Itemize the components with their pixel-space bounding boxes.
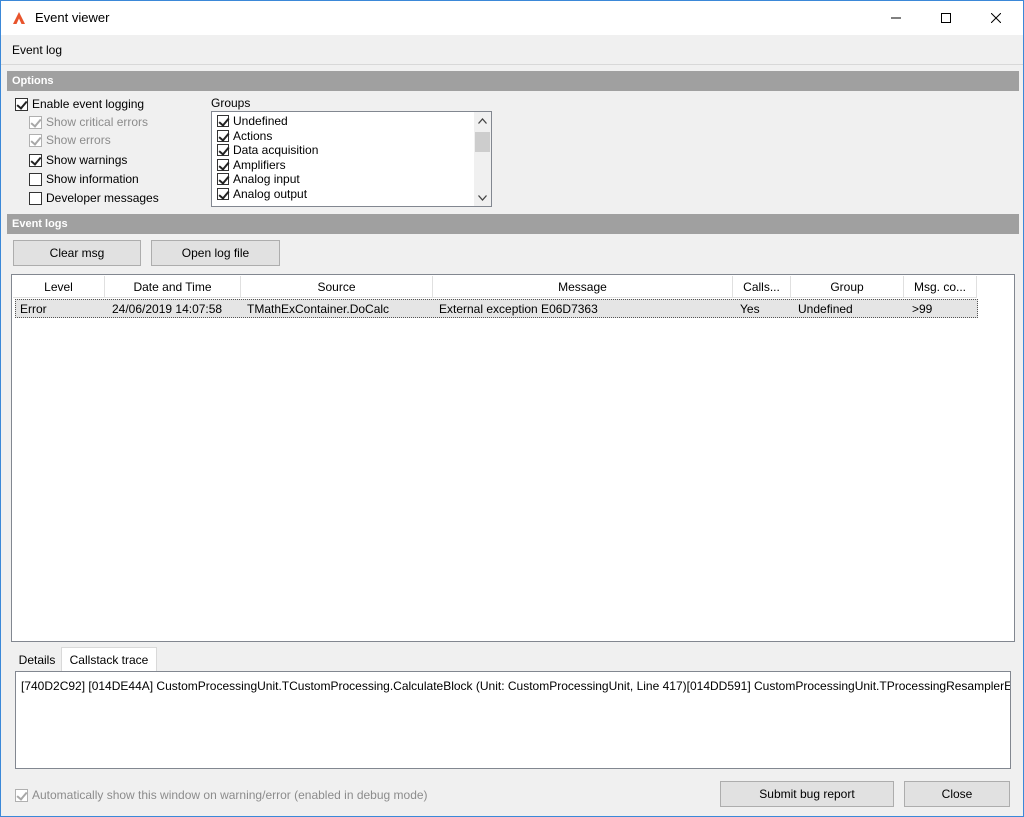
checkbox-box[interactable]	[217, 187, 229, 200]
open-log-file-button[interactable]: Open log file	[151, 240, 280, 266]
event-log-table[interactable]: Level Date and Time Source Message Calls…	[11, 274, 1015, 642]
show-information-checkbox[interactable]: Show information	[29, 170, 139, 188]
group-item-actions[interactable]: Actions	[217, 129, 272, 144]
minimize-button[interactable]	[873, 1, 919, 35]
window-title: Event viewer	[35, 10, 110, 25]
tab-callstack-trace[interactable]: Callstack trace	[61, 647, 157, 672]
checkbox-box[interactable]	[217, 144, 229, 157]
checkbox-box	[15, 788, 28, 802]
checkbox-label: Show critical errors	[46, 115, 149, 129]
title-bar[interactable]: Event viewer	[1, 1, 1023, 35]
group-item-amplifiers[interactable]: Amplifiers	[217, 158, 286, 173]
close-window-button[interactable]	[973, 1, 1019, 35]
callstack-trace-panel[interactable]: [740D2C92] [014DE44A] CustomProcessingUn…	[15, 671, 1011, 769]
group-label: Amplifiers	[233, 157, 286, 172]
group-label: Analog output	[233, 186, 308, 201]
show-warnings-checkbox[interactable]: Show warnings	[29, 151, 127, 169]
table-row[interactable]: Error 24/06/2019 14:07:58 TMathExContain…	[15, 299, 978, 318]
checkbox-label: Show information	[46, 172, 139, 186]
checkbox-box[interactable]	[15, 97, 28, 111]
checkbox-label: Automatically show this window on warnin…	[32, 788, 428, 802]
cell-message: External exception E06D7363	[439, 302, 598, 316]
scroll-down-arrow-icon[interactable]	[474, 189, 491, 206]
checkbox-label: Show errors	[46, 133, 111, 147]
group-label: Data acquisition	[233, 143, 319, 158]
groups-checklist[interactable]: Undefined Actions Data acquisition Ampli…	[211, 111, 492, 207]
menu-event-log[interactable]: Event log	[12, 43, 62, 57]
callstack-trace-text: [740D2C92] [014DE44A] CustomProcessingUn…	[21, 679, 1011, 693]
checkbox-box[interactable]	[217, 129, 229, 142]
scroll-thumb[interactable]	[475, 132, 490, 152]
tab-details[interactable]: Details	[13, 649, 61, 671]
group-label: Analog input	[233, 172, 300, 187]
group-item-analog-output[interactable]: Analog output	[217, 187, 307, 202]
groups-scrollbar[interactable]	[474, 112, 491, 206]
group-item-undefined[interactable]: Undefined	[217, 114, 288, 129]
checkbox-label: Enable event logging	[32, 97, 145, 111]
column-header-level[interactable]: Level	[13, 276, 105, 298]
cell-datetime: 24/06/2019 14:07:58	[112, 302, 223, 316]
column-header-message[interactable]: Message	[433, 276, 733, 298]
options-header: Options	[7, 71, 1019, 91]
show-errors-checkbox: Show errors	[29, 131, 111, 149]
checkbox-label: Developer messages	[46, 191, 159, 205]
submit-bug-report-button[interactable]: Submit bug report	[720, 781, 894, 807]
column-header-calls[interactable]: Calls...	[733, 276, 791, 298]
cell-msg-count: >99	[912, 302, 933, 316]
column-header-msg-count[interactable]: Msg. co...	[904, 276, 977, 298]
developer-messages-checkbox[interactable]: Developer messages	[29, 189, 159, 207]
auto-show-window-checkbox: Automatically show this window on warnin…	[15, 786, 428, 804]
group-item-analog-input[interactable]: Analog input	[217, 172, 300, 187]
group-label: Undefined	[233, 114, 288, 129]
checkbox-label: Show warnings	[46, 153, 128, 167]
checkbox-box[interactable]	[217, 115, 229, 128]
groups-label: Groups	[211, 96, 251, 110]
checkbox-box[interactable]	[29, 153, 42, 167]
group-item-data-acquisition[interactable]: Data acquisition	[217, 143, 318, 158]
column-header-date-time[interactable]: Date and Time	[105, 276, 241, 298]
show-critical-errors-checkbox: Show critical errors	[29, 113, 148, 131]
cell-calls: Yes	[740, 302, 760, 316]
menu-bar: Event log	[1, 35, 1023, 65]
group-label: Actions	[233, 128, 273, 143]
checkbox-box	[29, 133, 42, 147]
event-viewer-window: Event viewer Event log Options Enable ev…	[0, 0, 1024, 817]
checkbox-box[interactable]	[217, 173, 229, 186]
checkbox-box[interactable]	[29, 191, 42, 205]
checkbox-box[interactable]	[29, 172, 42, 186]
cell-level: Error	[20, 302, 47, 316]
checkbox-box	[29, 115, 42, 129]
close-button[interactable]: Close	[904, 781, 1010, 807]
column-header-source[interactable]: Source	[241, 276, 433, 298]
maximize-button[interactable]	[923, 1, 969, 35]
checkbox-box[interactable]	[217, 158, 229, 171]
column-header-group[interactable]: Group	[791, 276, 904, 298]
enable-event-logging-checkbox[interactable]: Enable event logging	[15, 95, 144, 113]
scroll-up-arrow-icon[interactable]	[474, 112, 491, 129]
cell-source: TMathExContainer.DoCalc	[247, 302, 390, 316]
app-logo-icon	[12, 11, 26, 25]
cell-group: Undefined	[798, 302, 853, 316]
event-logs-header: Event logs	[7, 214, 1019, 234]
clear-msg-button[interactable]: Clear msg	[13, 240, 141, 266]
